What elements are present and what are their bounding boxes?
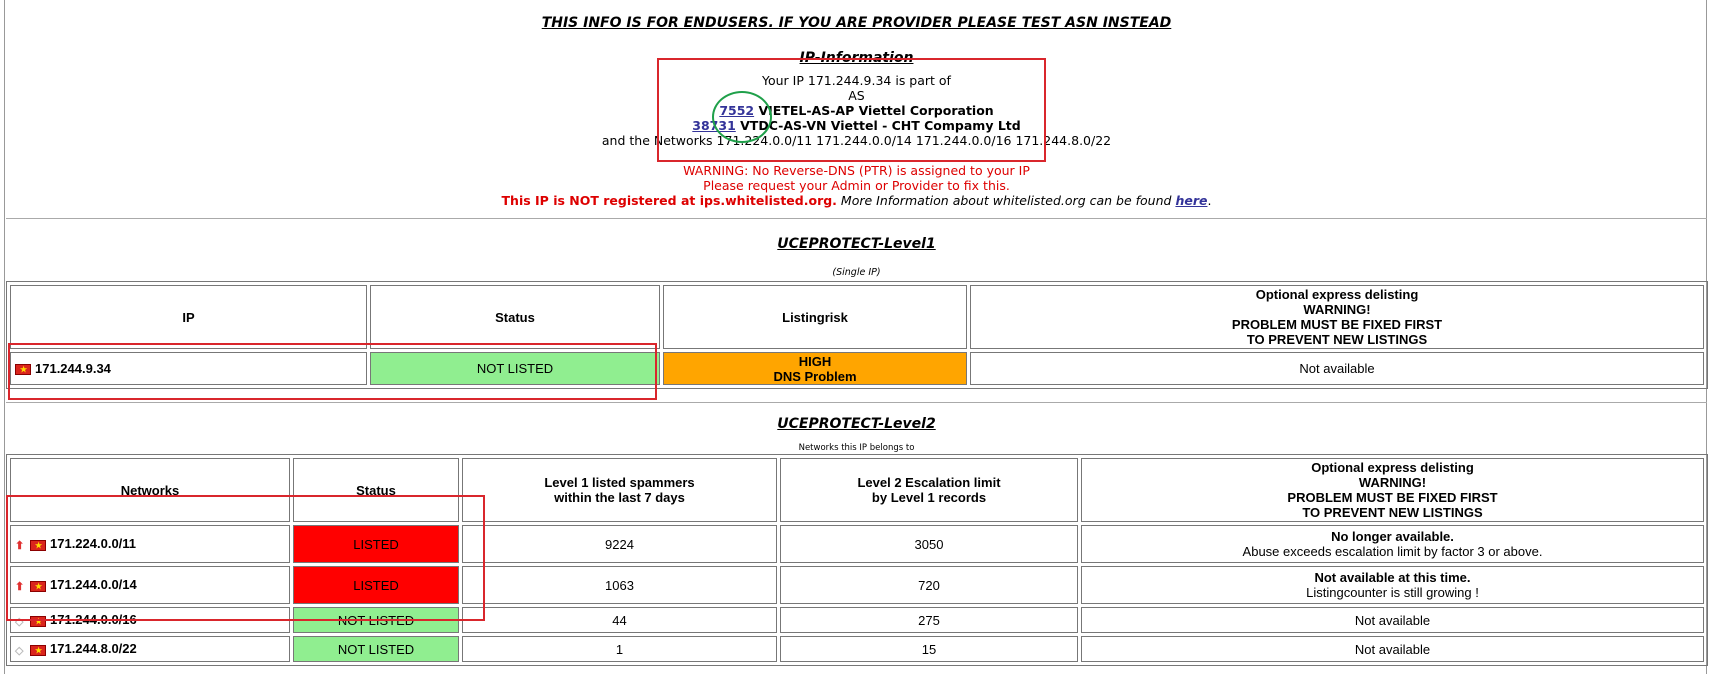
level1-header-status: Status xyxy=(370,285,660,349)
status-cell: NOT LISTED xyxy=(293,607,459,633)
limit-source: by Level 1 records xyxy=(871,490,987,505)
vietnam-flag-icon xyxy=(30,539,46,551)
table-row: ⬆ 171.224.0.0/11 LISTED 9224 3050 No long… xyxy=(10,525,1704,563)
delisting-status: Not available at this time. xyxy=(1314,570,1471,585)
network-cell: ◇ 171.244.0.0/16 xyxy=(10,607,290,633)
network-range: 171.244.0.0/16 xyxy=(50,612,137,628)
delisting-status: No longer available. xyxy=(1331,529,1454,544)
network-range: 171.224.0.0/11 xyxy=(50,536,137,552)
spammers-period: within the last 7 days xyxy=(554,490,685,505)
level1-table: IP Status Listingrisk Optional express d… xyxy=(6,281,1708,389)
level2-title: UCEPROTECT-Level2 xyxy=(777,416,936,432)
level2-header-spammers: Level 1 listed spammers within the last … xyxy=(462,458,777,522)
network-cell: ◇ 171.244.8.0/22 xyxy=(10,636,290,662)
status-cell: NOT LISTED xyxy=(293,636,459,662)
table-row: ◇ 171.244.0.0/16 NOT LISTED 44 275 Not av… xyxy=(10,607,1704,633)
delisting-reason: Abuse exceeds escalation limit by factor… xyxy=(1242,544,1543,559)
delisting-cell: Not available at this time. Listingcount… xyxy=(1081,566,1704,604)
ip-part-of-line: Your IP 171.244.9.34 is part of xyxy=(762,73,951,88)
level1-delisting-cell: Not available xyxy=(970,352,1704,385)
delisting-reason: Listingcounter is still growing ! xyxy=(1306,585,1479,600)
level1-row: 171.244.9.34 NOT LISTED HIGH DNS Problem… xyxy=(10,352,1704,385)
spammers-cell: 1 xyxy=(462,636,777,662)
as1-number-link[interactable]: 7552 xyxy=(719,103,754,118)
as1-line: 7552 VIETEL-AS-AP Viettel Corporation xyxy=(0,103,1713,118)
spammers-label: Level 1 listed spammers xyxy=(544,475,695,490)
divider xyxy=(6,402,1707,403)
ptr-warning: WARNING: No Reverse-DNS (PTR) is assigne… xyxy=(683,163,1030,178)
delisting-cell: Not available xyxy=(1081,636,1704,662)
here-link[interactable]: here xyxy=(1175,193,1207,208)
network-cell: ⬆ 171.224.0.0/11 xyxy=(10,525,290,563)
level1-header-ip: IP xyxy=(10,285,367,349)
level2-header-delisting: Optional express delisting WARNING! PROB… xyxy=(1081,458,1704,522)
enduser-notice: THIS INFO IS FOR ENDUSERS. IF YOU ARE PR… xyxy=(541,15,1172,31)
spammers-cell: 1063 xyxy=(462,566,777,604)
level1-header-risk: Listingrisk xyxy=(663,285,967,349)
level2-header-limit: Level 2 Escalation limit by Level 1 reco… xyxy=(780,458,1078,522)
network-cell: ⬆ 171.244.0.0/14 xyxy=(10,566,290,604)
level1-header-delisting: Optional express delisting WARNING! PROB… xyxy=(970,285,1704,349)
as1-name: VIETEL-AS-AP Viettel Corporation xyxy=(754,103,994,118)
table-row: ⬆ 171.244.0.0/14 LISTED 1063 720 Not avai… xyxy=(10,566,1704,604)
red-up-arrow-icon: ⬆ xyxy=(15,580,25,593)
level2-header-networks: Networks xyxy=(10,458,290,522)
risk-level: HIGH xyxy=(798,353,832,369)
limit-cell: 3050 xyxy=(780,525,1078,563)
as2-name: VTDC-AS-VN Viettel - CHT Compamy Ltd xyxy=(735,118,1021,133)
limit-cell: 720 xyxy=(780,566,1078,604)
risk-reason: DNS Problem xyxy=(773,368,857,384)
spammers-cell: 9224 xyxy=(462,525,777,563)
vietnam-flag-icon xyxy=(15,364,31,376)
opt-label: Optional express delisting xyxy=(1255,287,1419,302)
network-range: 171.244.0.0/14 xyxy=(50,577,137,593)
delisting-cell: No longer available. Abuse exceeds escal… xyxy=(1081,525,1704,563)
networks-line: and the Networks 171.224.0.0/11 171.244.… xyxy=(601,133,1112,148)
more-info-text: More Information about whitelisted.org c… xyxy=(836,193,1176,208)
level2-subtitle: Networks this IP belongs to xyxy=(798,443,915,453)
not-registered-text: This IP is NOT registered at ips.whiteli… xyxy=(501,193,837,208)
whitelist-line: This IP is NOT registered at ips.whiteli… xyxy=(0,193,1713,208)
opt-prevent: TO PREVENT NEW LISTINGS xyxy=(1302,505,1483,520)
period: . xyxy=(1207,193,1212,208)
opt-fix-first: PROBLEM MUST BE FIXED FIRST xyxy=(1231,317,1443,332)
opt-label: Optional express delisting xyxy=(1311,460,1474,475)
opt-fix-first: PROBLEM MUST BE FIXED FIRST xyxy=(1287,490,1498,505)
network-range: 171.244.8.0/22 xyxy=(50,641,137,657)
limit-label: Level 2 Escalation limit xyxy=(857,475,1001,490)
vietnam-flag-icon xyxy=(30,580,46,592)
delisting-cell: Not available xyxy=(1081,607,1704,633)
opt-prevent: TO PREVENT NEW LISTINGS xyxy=(1246,332,1428,347)
limit-cell: 275 xyxy=(780,607,1078,633)
table-row: ◇ 171.244.8.0/22 NOT LISTED 1 15 Not avai… xyxy=(10,636,1704,662)
limit-cell: 15 xyxy=(780,636,1078,662)
spammers-cell: 44 xyxy=(462,607,777,633)
as-label: AS xyxy=(848,88,865,103)
vietnam-flag-icon xyxy=(30,615,46,627)
red-up-arrow-icon: ⬆ xyxy=(15,539,25,552)
gray-diamond-icon: ◇ xyxy=(15,615,24,628)
as2-line: 38731 VTDC-AS-VN Viettel - CHT Compamy L… xyxy=(0,118,1713,133)
level1-subtitle: (Single IP) xyxy=(832,267,881,278)
opt-warning: WARNING! xyxy=(1303,302,1371,317)
level2-header-status: Status xyxy=(293,458,459,522)
ip-information-title: IP-Information xyxy=(799,50,914,66)
level1-title: UCEPROTECT-Level1 xyxy=(777,236,936,252)
as2-number-link[interactable]: 38731 xyxy=(692,118,736,133)
ptr-fix-request: Please request your Admin or Provider to… xyxy=(703,178,1010,193)
divider xyxy=(6,218,1707,219)
gray-diamond-icon: ◇ xyxy=(15,644,24,657)
status-cell: LISTED xyxy=(293,566,459,604)
level1-risk-cell: HIGH DNS Problem xyxy=(663,352,967,385)
level1-ip-cell: 171.244.9.34 xyxy=(10,352,367,385)
level1-ip: 171.244.9.34 xyxy=(35,361,111,376)
status-cell: LISTED xyxy=(293,525,459,563)
level2-table: Networks Status Level 1 listed spammers … xyxy=(6,454,1708,666)
opt-warning: WARNING! xyxy=(1358,475,1427,490)
vietnam-flag-icon xyxy=(30,644,46,656)
level1-status-cell: NOT LISTED xyxy=(370,352,660,385)
